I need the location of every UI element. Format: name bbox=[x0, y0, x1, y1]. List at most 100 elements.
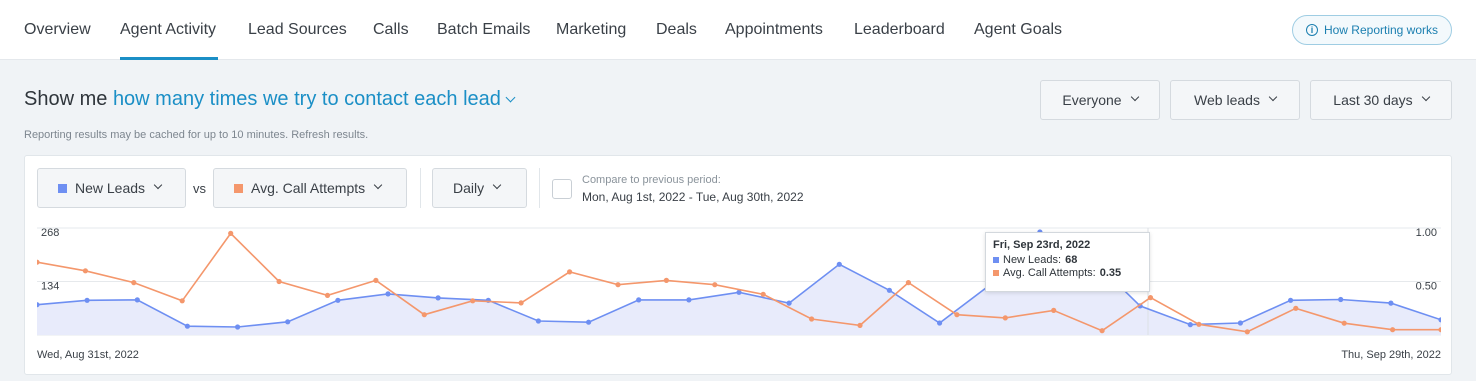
how-reporting-works-button[interactable]: i How Reporting works bbox=[1292, 15, 1452, 45]
avg-call-attempts-point bbox=[131, 280, 137, 286]
new-leads-point bbox=[1338, 296, 1344, 303]
avg-call-attempts-point bbox=[373, 277, 379, 283]
tooltip-date: Fri, Sep 23rd, 2022 bbox=[993, 239, 1091, 251]
how-reporting-works-label: How Reporting works bbox=[1323, 23, 1439, 37]
new-leads-swatch bbox=[58, 183, 67, 193]
info-icon: i bbox=[1305, 24, 1318, 36]
tab-agent-activity[interactable]: Agent Activity bbox=[120, 21, 218, 60]
tab-lead-sources[interactable]: Lead Sources bbox=[248, 21, 347, 60]
leads-vs-call-attempts-chart: 268 134 1.00 0.50 Wed, Aug 31st, 2022 Thu, Se… bbox=[37, 227, 1441, 361]
headline-prefix: Show me bbox=[24, 88, 108, 110]
secondary-metric-dropdown[interactable]: Avg. Call Attempts bbox=[213, 168, 407, 208]
right-axis-tick-label: 1.00 bbox=[1416, 227, 1437, 239]
avg-call-attempts-point bbox=[712, 282, 718, 288]
tooltip-avg-label: Avg. Call Attempts: bbox=[1003, 267, 1096, 279]
tab-appointments[interactable]: Appointments bbox=[725, 21, 823, 60]
compare-checkbox[interactable] bbox=[552, 179, 572, 199]
avg-call-attempts-point bbox=[1002, 315, 1008, 321]
avg-call-attempts-point bbox=[82, 268, 88, 274]
tab-leaderboard[interactable]: Leaderboard bbox=[854, 21, 945, 60]
tooltip-new-leads-row: New Leads: 68 bbox=[993, 254, 1142, 266]
new-leads-point bbox=[586, 319, 592, 325]
avg-call-attempts-point bbox=[1293, 305, 1299, 311]
agent-filter-value: Everyone bbox=[1062, 92, 1122, 108]
avg-call-attempts-point bbox=[421, 312, 427, 318]
avg-call-attempts-point bbox=[470, 298, 476, 304]
new-leads-point bbox=[636, 297, 642, 303]
source-filter-dropdown[interactable]: Web leads bbox=[1170, 80, 1300, 120]
avg-call-attempts-point bbox=[663, 277, 670, 283]
left-axis-tick-label: 134 bbox=[41, 281, 59, 293]
left-axis-tick-label: 268 bbox=[41, 227, 59, 239]
tab-calls[interactable]: Calls bbox=[373, 21, 409, 60]
avg-call-attempts-point bbox=[615, 282, 621, 288]
avg-call-attempts-swatch bbox=[993, 270, 999, 276]
avg-call-attempts-point bbox=[228, 230, 234, 236]
new-leads-point bbox=[1187, 322, 1193, 328]
new-leads-point bbox=[335, 297, 341, 303]
new-leads-point bbox=[535, 318, 541, 324]
avg-call-attempts-point bbox=[1147, 295, 1154, 301]
new-leads-point bbox=[836, 261, 842, 267]
avg-call-attempts-point bbox=[1341, 320, 1347, 326]
report-tabs-bar: Overview Agent Activity Lead Sources Cal… bbox=[0, 0, 1476, 60]
chevron-down-icon bbox=[153, 180, 163, 190]
chart-card: New Leads vs Avg. Call Attempts Daily Co… bbox=[24, 155, 1452, 375]
new-leads-point bbox=[385, 291, 391, 297]
tooltip-avg-value: 0.35 bbox=[1099, 267, 1122, 279]
cache-note: Reporting results may be cached for up t… bbox=[24, 129, 368, 141]
avg-call-attempts-point bbox=[179, 298, 185, 304]
compare-range: Mon, Aug 1st, 2022 - Tue, Aug 30th, 2022 bbox=[582, 190, 804, 204]
new-leads-point bbox=[285, 319, 291, 325]
date-range-value: Last 30 days bbox=[1333, 92, 1413, 108]
right-axis-tick-label: 0.50 bbox=[1416, 281, 1437, 293]
chart-tooltip: Fri, Sep 23rd, 2022 New Leads: 68 Avg. C… bbox=[985, 232, 1150, 292]
report-headline: Show me how many times we try to contact… bbox=[24, 88, 516, 111]
avg-call-attempts-point bbox=[518, 300, 524, 306]
tab-deals[interactable]: Deals bbox=[656, 21, 697, 60]
avg-call-attempts-point bbox=[37, 259, 40, 265]
new-leads-point bbox=[886, 287, 893, 293]
compare-label: Compare to previous period: bbox=[582, 174, 721, 186]
secondary-metric-label: Avg. Call Attempts bbox=[251, 180, 366, 196]
new-leads-area bbox=[37, 232, 1441, 335]
chevron-down-icon bbox=[1421, 92, 1430, 102]
new-leads-point bbox=[937, 320, 943, 326]
chevron-down-icon bbox=[505, 92, 516, 103]
primary-metric-label: New Leads bbox=[75, 180, 146, 196]
divider bbox=[539, 168, 540, 208]
metric-selector[interactable]: how many times we try to contact each le… bbox=[112, 88, 516, 110]
tooltip-avg-call-attempts-row: Avg. Call Attempts: 0.35 bbox=[993, 267, 1142, 279]
new-leads-point bbox=[1237, 320, 1243, 326]
new-leads-point bbox=[435, 295, 441, 301]
avg-call-attempts-point bbox=[857, 322, 863, 328]
chevron-down-icon bbox=[1268, 92, 1278, 102]
new-leads-point bbox=[134, 297, 140, 303]
avg-call-attempts-point bbox=[1099, 328, 1105, 334]
primary-metric-dropdown[interactable]: New Leads bbox=[37, 168, 186, 208]
tab-batch-emails[interactable]: Batch Emails bbox=[437, 21, 530, 60]
tab-marketing[interactable]: Marketing bbox=[556, 21, 626, 60]
tab-agent-goals[interactable]: Agent Goals bbox=[974, 21, 1062, 60]
refresh-results-link[interactable]: Refresh results. bbox=[291, 129, 368, 141]
avg-call-attempts-point bbox=[324, 292, 331, 298]
new-leads-point bbox=[235, 324, 241, 330]
date-range-dropdown[interactable]: Last 30 days bbox=[1310, 80, 1452, 120]
chevron-down-icon bbox=[373, 180, 383, 190]
new-leads-point bbox=[1288, 297, 1294, 303]
avg-call-attempts-point bbox=[1244, 329, 1250, 335]
interval-dropdown[interactable]: Daily bbox=[432, 168, 527, 208]
x-axis-start-label: Wed, Aug 31st, 2022 bbox=[37, 349, 139, 361]
avg-call-attempts-point bbox=[760, 291, 766, 297]
tab-overview[interactable]: Overview bbox=[24, 21, 91, 60]
avg-call-attempts-point bbox=[1390, 327, 1396, 333]
metric-selector-label: how many times we try to contact each le… bbox=[112, 88, 501, 110]
avg-call-attempts-point bbox=[276, 278, 282, 285]
avg-call-attempts-point bbox=[809, 316, 815, 322]
cache-note-text: Reporting results may be cached for up t… bbox=[24, 129, 289, 141]
chevron-down-icon bbox=[1130, 92, 1139, 102]
tooltip-new-leads-value: 68 bbox=[1065, 254, 1078, 266]
agent-filter-dropdown[interactable]: Everyone bbox=[1040, 80, 1160, 120]
new-leads-point bbox=[1388, 300, 1394, 306]
new-leads-point bbox=[184, 323, 190, 329]
